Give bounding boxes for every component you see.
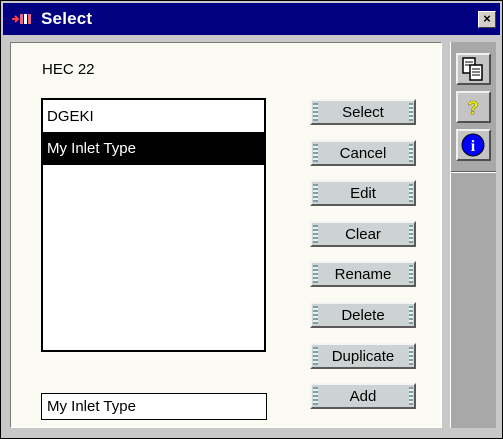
inlet-type-list[interactable]: DGEKI My Inlet Type	[41, 98, 266, 352]
button-grip	[409, 103, 413, 121]
copy-button[interactable]	[456, 53, 491, 85]
info-button[interactable]: i	[456, 129, 491, 161]
button-grip	[409, 387, 413, 405]
copy-icon	[458, 57, 489, 87]
button-grip	[313, 144, 318, 162]
toolbar-divider	[451, 171, 496, 173]
button-grip	[409, 265, 413, 283]
clear-button[interactable]: Clear	[310, 221, 416, 247]
close-button[interactable]: ×	[478, 11, 496, 28]
button-grip	[409, 306, 413, 324]
select-dialog-window: Select × HEC 22 DGEKI My Inlet Type My I…	[0, 0, 503, 439]
delete-button-label: Delete	[341, 306, 385, 324]
title-bar[interactable]: Select ×	[3, 3, 500, 35]
button-grip	[409, 347, 413, 365]
side-toolbar: ? i	[450, 42, 496, 428]
button-grip	[409, 225, 413, 243]
dialog-content: HEC 22 DGEKI My Inlet Type My Inlet Type…	[10, 42, 442, 428]
cancel-button[interactable]: Cancel	[310, 140, 416, 166]
button-grip	[409, 144, 413, 162]
list-item-selected[interactable]: My Inlet Type	[43, 132, 264, 165]
button-grip	[313, 225, 318, 243]
select-button-label: Select	[342, 103, 384, 121]
button-grip	[313, 306, 318, 324]
duplicate-button-label: Duplicate	[331, 347, 395, 365]
rename-button-label: Rename	[334, 265, 392, 283]
add-button-label: Add	[349, 387, 377, 405]
close-icon: ×	[483, 11, 491, 26]
svg-text:i: i	[471, 138, 476, 155]
window-title: Select	[41, 9, 93, 28]
duplicate-button[interactable]: Duplicate	[310, 343, 416, 369]
button-grip	[313, 347, 318, 365]
button-grip	[313, 184, 318, 202]
category-label: HEC 22	[42, 61, 95, 78]
button-grip	[313, 265, 318, 283]
rename-button[interactable]: Rename	[310, 261, 416, 287]
select-button[interactable]: Select	[310, 99, 416, 125]
edit-button-label: Edit	[350, 184, 376, 202]
info-icon: i	[458, 133, 489, 163]
list-item[interactable]: DGEKI	[43, 100, 264, 133]
edit-button[interactable]: Edit	[310, 180, 416, 206]
clear-button-label: Clear	[345, 225, 381, 243]
svg-text:?: ?	[468, 98, 479, 118]
delete-button[interactable]: Delete	[310, 302, 416, 328]
button-grip	[313, 103, 318, 121]
cancel-button-label: Cancel	[339, 144, 387, 162]
name-input[interactable]: My Inlet Type	[41, 393, 267, 420]
button-grip	[409, 184, 413, 202]
app-icon	[11, 12, 33, 26]
add-button[interactable]: Add	[310, 383, 416, 409]
help-button[interactable]: ?	[456, 91, 491, 123]
button-grip	[313, 387, 318, 405]
help-icon: ?	[458, 98, 489, 125]
